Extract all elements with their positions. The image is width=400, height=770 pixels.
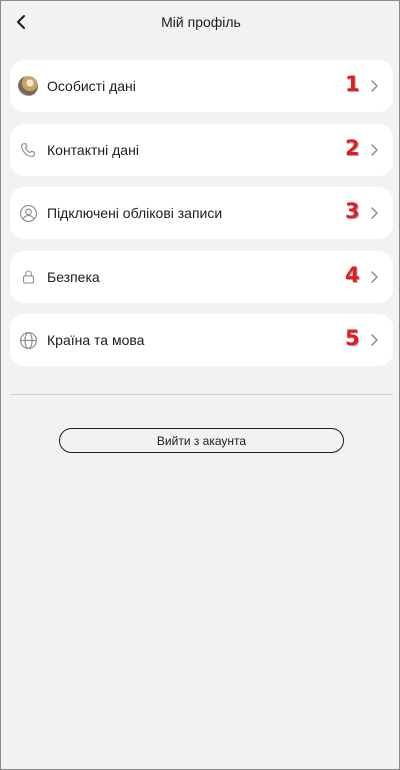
profile-menu: Особисті дані 1 Контактні дані 2 Підключ… [10, 60, 393, 378]
chevron-right-icon [371, 207, 378, 219]
menu-item-security[interactable]: Безпека 4 [10, 250, 393, 303]
chevron-right-icon [371, 270, 378, 283]
page-title: Мій профіль [161, 14, 241, 30]
menu-item-label: Країна та мова [47, 332, 145, 348]
menu-item-label: Безпека [47, 268, 100, 285]
menu-item-country-language[interactable]: Країна та мова 5 [10, 314, 393, 366]
avatar-photo-icon [18, 76, 38, 96]
chevron-right-icon [371, 334, 378, 346]
chevron-right-icon [371, 80, 378, 92]
annotation-number: 5 [345, 326, 360, 350]
lock-icon [18, 267, 38, 287]
annotation-number: 1 [345, 72, 360, 96]
menu-item-label: Особисті дані [47, 78, 136, 94]
annotation-number: 3 [345, 199, 360, 223]
menu-item-connected-accounts[interactable]: Підключені облікові записи 3 [10, 187, 393, 239]
menu-item-personal-data[interactable]: Особисті дані 1 [10, 60, 393, 112]
annotation-number: 4 [345, 262, 360, 287]
chevron-right-icon [371, 143, 378, 156]
header: Мій профіль [1, 1, 400, 45]
avatar [18, 76, 38, 96]
user-circle-icon [18, 203, 38, 223]
divider [10, 394, 393, 395]
phone-icon [18, 140, 38, 160]
menu-item-contact-data[interactable]: Контактні дані 2 [10, 123, 393, 176]
globe-icon [18, 330, 38, 350]
logout-button[interactable]: Вийти з акаунта [59, 428, 344, 453]
menu-item-label: Контактні дані [47, 141, 139, 158]
annotation-number: 2 [345, 135, 360, 160]
screen: Мій профіль Особисті дані 1 Контактні да… [0, 0, 400, 770]
menu-item-label: Підключені облікові записи [47, 205, 223, 221]
